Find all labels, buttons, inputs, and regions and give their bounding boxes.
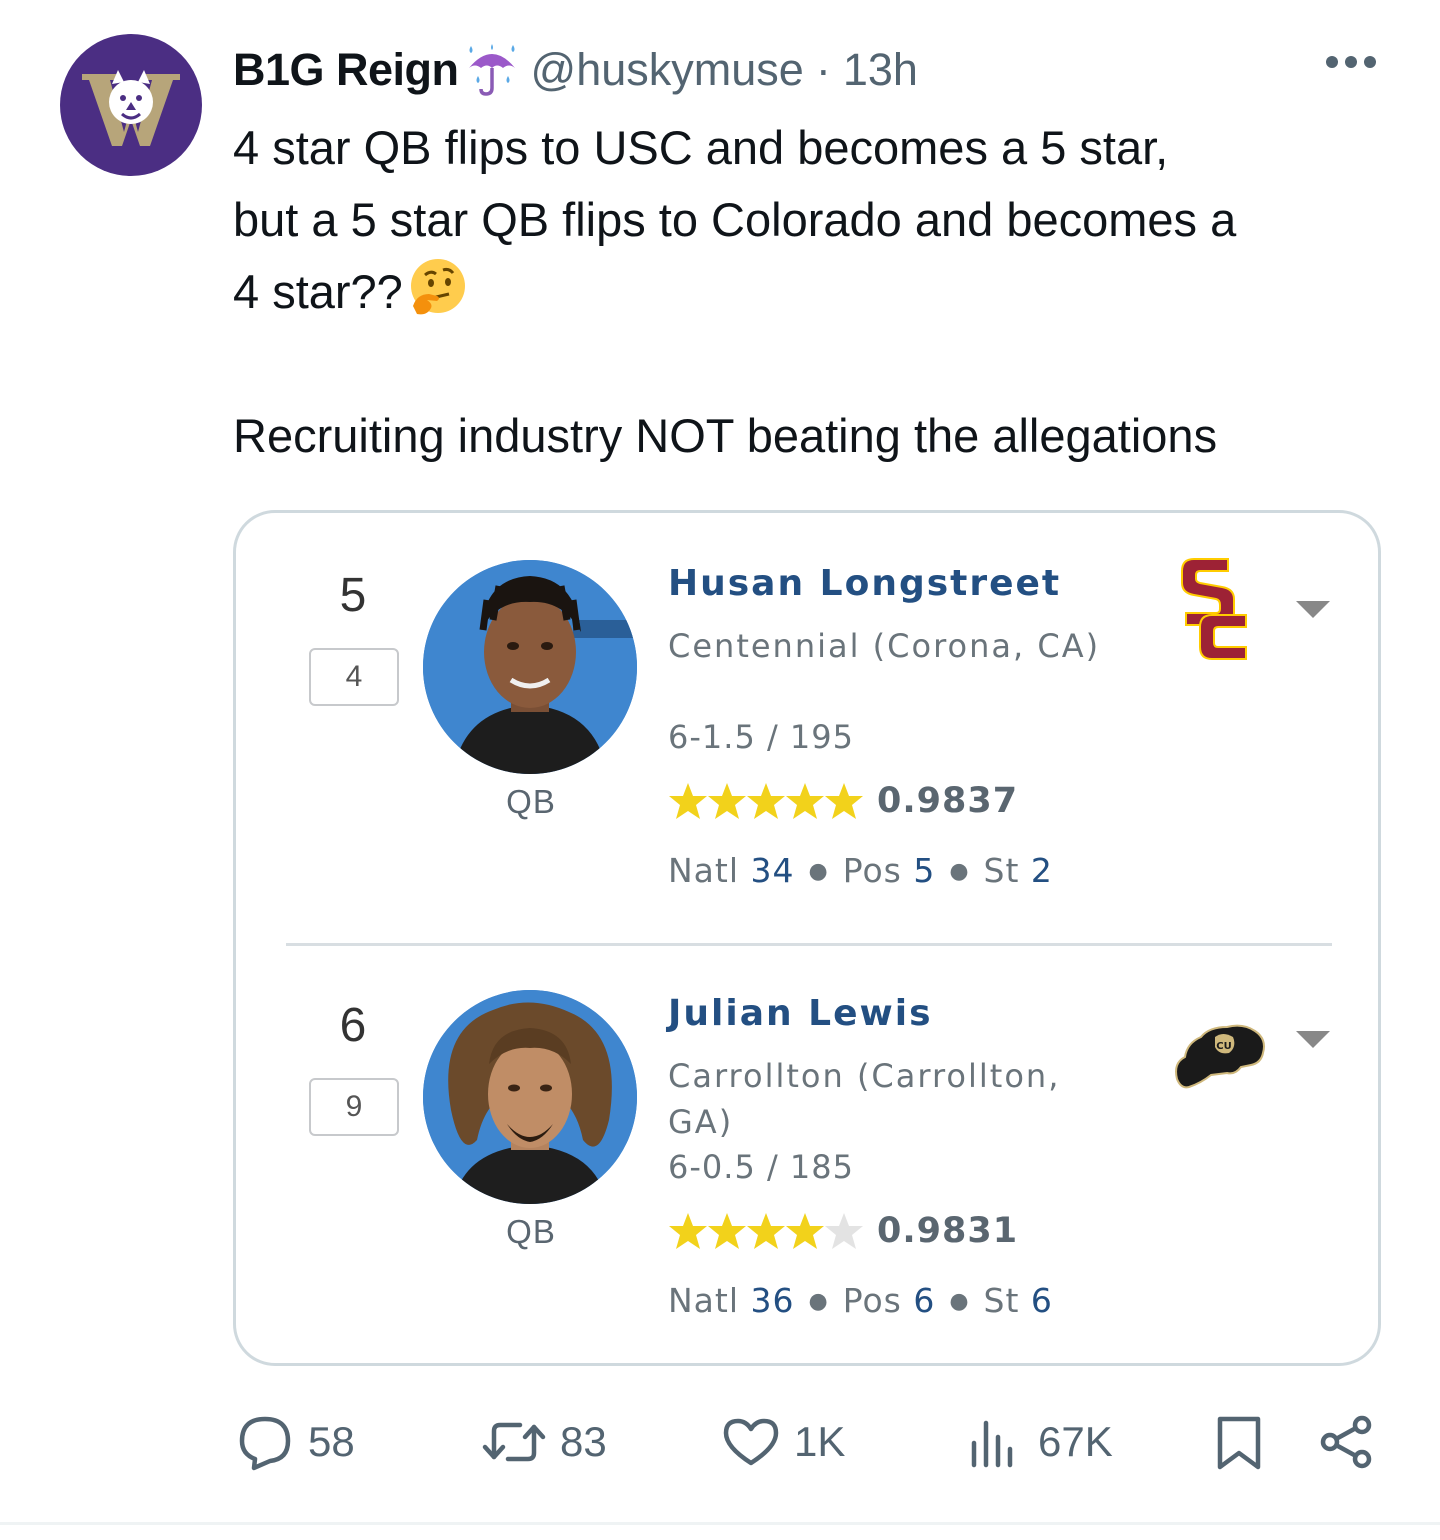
pos-label: Pos [842,1281,902,1320]
player-photo [423,560,637,774]
repost-count: 83 [560,1418,607,1465]
star-icon [747,783,785,819]
player-name[interactable]: Julian Lewis [668,993,933,1034]
bottom-divider [0,1522,1440,1525]
player-row: 5 4 QB Husan Longstreet Centennial (Coro… [236,513,1378,933]
tweet-line: 4 star QB flips to USC and becomes a 5 s… [233,121,1169,174]
natl-label: Natl [668,1281,740,1320]
star-icon [786,783,824,819]
timestamp[interactable]: 13h [843,44,918,96]
views-button[interactable]: 67K [966,1413,1113,1471]
star-icon [747,1213,785,1249]
player-rank: 6 [339,999,367,1052]
player-position: QB [506,1213,556,1250]
star-icon [669,783,707,819]
star-rating: 0.9831 [668,1211,1018,1251]
star-icon [825,783,863,819]
player-rankings: Natl 34 ● Pos 5 ● St 2 [668,851,1053,890]
like-button[interactable]: 1K [722,1413,845,1471]
tweet-line: 4 star?? [233,256,1393,328]
st-label: St [983,851,1020,890]
player-rating: 0.9831 [877,1211,1019,1251]
pos-rank: 6 [913,1281,936,1320]
chevron-down-icon[interactable] [1296,1031,1330,1048]
chevron-down-icon[interactable] [1296,601,1330,618]
empty-star-icon [825,1213,863,1249]
star-icon [708,783,746,819]
tweet-text: 4 star QB flips to USC and becomes a 5 s… [233,112,1393,472]
player-position: QB [506,783,556,820]
state-rank: 2 [1030,851,1053,890]
tweet-action-bar: 58 83 1K 67K [0,1395,1440,1495]
reply-button[interactable]: 58 [236,1413,355,1471]
previous-rank-box: 4 [309,648,399,706]
thinking-face-emoji-icon [410,259,465,315]
bookmark-icon [1217,1416,1261,1470]
player-rank: 5 [339,569,367,622]
player-height-weight: 6-1.5 / 195 [668,718,854,756]
player-photo [423,990,637,1204]
star-rating: 0.9837 [668,781,1018,821]
share-icon [1320,1415,1372,1469]
views-count: 67K [1038,1418,1113,1465]
player-rankings: Natl 36 ● Pos 6 ● St 6 [668,1281,1053,1320]
natl-rank: 36 [750,1281,795,1320]
previous-rank-box: 9 [309,1078,399,1136]
player-name[interactable]: Husan Longstreet [668,563,1061,604]
pos-label: Pos [842,851,902,890]
usc-logo-icon [1181,558,1247,660]
author-handle[interactable]: @huskymuse [531,44,804,96]
st-label: St [983,1281,1020,1320]
pos-rank: 5 [913,851,936,890]
analytics-bar-icon [971,1420,1013,1468]
natl-label: Natl [668,851,740,890]
heart-icon [723,1418,779,1466]
colorado-buffalo-logo-icon: CU [1175,1024,1265,1089]
tweet-header: B1G Reign @huskymuse · 13h [233,38,918,102]
svg-text:CU: CU [1216,1041,1231,1052]
repost-icon [482,1422,546,1462]
reply-count: 58 [308,1418,355,1465]
attached-image-card[interactable]: 5 4 QB Husan Longstreet Centennial (Coro… [233,510,1381,1366]
tweet-line: but a 5 star QB flips to Colorado and be… [233,193,1237,246]
umbrella-rain-icon [468,44,515,96]
star-icon [786,1213,824,1249]
player-school: Centennial (Corona, CA) [668,627,1101,665]
tweet-line-text: 4 star?? [233,265,403,318]
star-icon [669,1213,707,1249]
more-options-icon[interactable] [1326,56,1376,68]
player-row: 6 9 QB Julian Lewis Carrollton (Carrollt… [236,943,1378,1363]
player-school: Carrollton (Carrollton, GA) [668,1057,1061,1141]
share-button[interactable] [1318,1413,1376,1471]
reply-icon [239,1416,291,1471]
display-name[interactable]: B1G Reign [233,44,459,96]
star-icon [708,1213,746,1249]
natl-rank: 34 [750,851,795,890]
player-rating: 0.9837 [877,781,1019,821]
player-height-weight: 6-0.5 / 185 [668,1148,854,1186]
bookmark-button[interactable] [1210,1413,1268,1471]
separator-dot: · [815,44,831,95]
author-avatar[interactable] [60,34,202,176]
repost-button[interactable]: 83 [482,1413,607,1471]
husky-w-logo-icon [82,70,180,146]
state-rank: 6 [1030,1281,1053,1320]
like-count: 1K [794,1418,846,1465]
tweet-line: Recruiting industry NOT beating the alle… [233,409,1218,462]
